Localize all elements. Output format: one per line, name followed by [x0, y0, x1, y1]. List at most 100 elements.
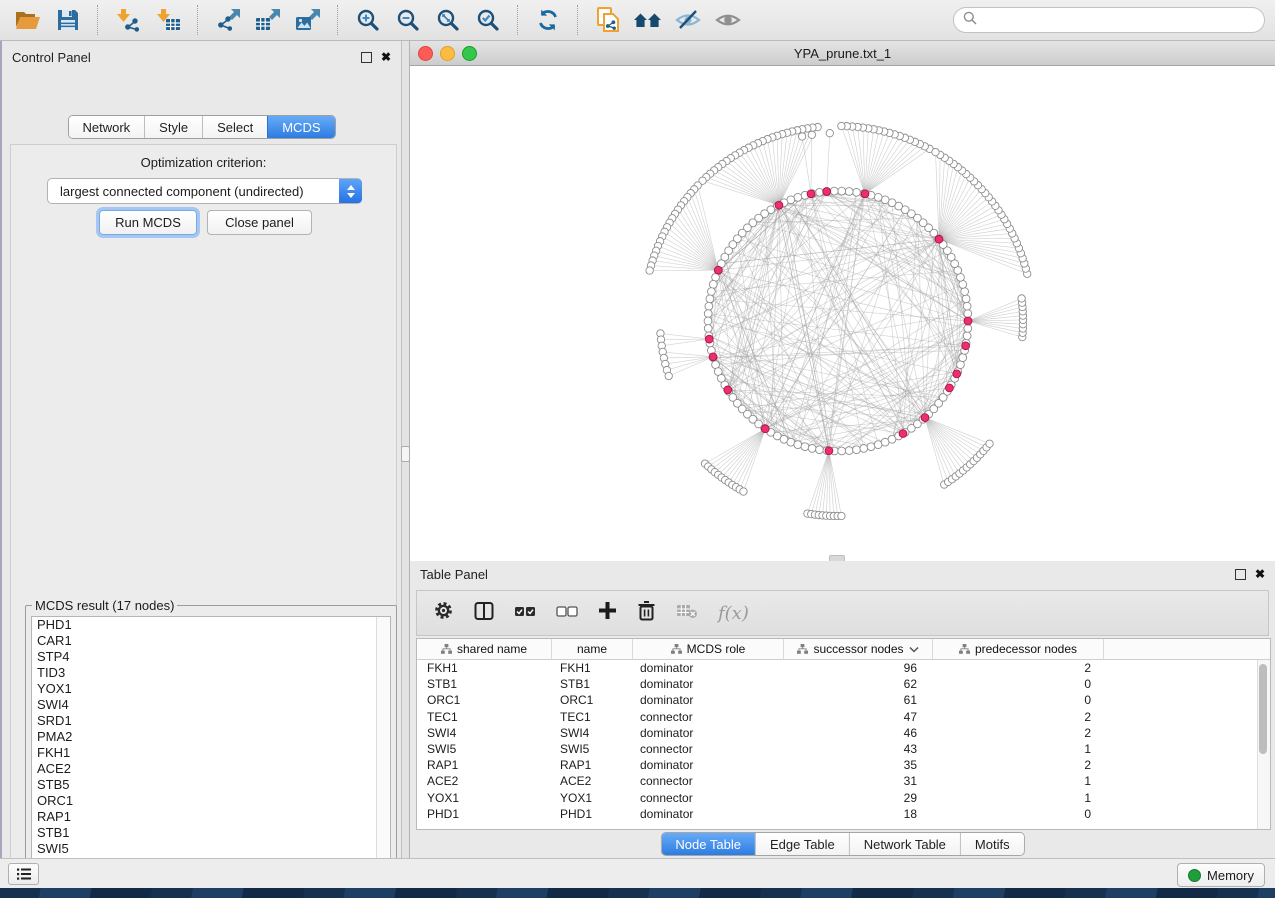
mcds-result-list: PHD1CAR1STP4TID3YOX1SWI4SRD1PMA2FKH1ACE2… — [31, 616, 391, 898]
mcds-result-item[interactable]: SWI4 — [32, 697, 390, 713]
sort-desc-icon — [909, 646, 919, 653]
float-panel-icon[interactable] — [361, 52, 372, 63]
table-row[interactable]: SWI4SWI4dominator462 — [417, 725, 1270, 741]
table-row[interactable]: ACE2ACE2connector311 — [417, 773, 1270, 789]
hide-selected-icon[interactable] — [670, 4, 706, 36]
node-table-body: FKH1FKH1dominator962STB1STB1dominator620… — [417, 660, 1270, 822]
mcds-result-item[interactable]: ACE2 — [32, 761, 390, 777]
first-neighbors-icon[interactable] — [630, 4, 666, 36]
optimization-criterion-label: Optimization criterion: — [11, 155, 396, 170]
toolbar-separator — [97, 5, 99, 35]
optimization-criterion-select[interactable]: largest connected component (undirected) — [47, 178, 362, 204]
table-settings-icon[interactable] — [433, 600, 454, 626]
network-view[interactable] — [410, 66, 1275, 561]
mcds-result-item[interactable]: PHD1 — [32, 617, 390, 633]
run-mcds-button[interactable]: Run MCDS — [99, 210, 197, 235]
table-row[interactable]: FKH1FKH1dominator962 — [417, 660, 1270, 676]
add-column-icon[interactable] — [598, 601, 617, 625]
toolbar-separator — [197, 5, 199, 35]
node-table: shared name name MCDS role successor nod… — [416, 638, 1271, 830]
tab-edge-table[interactable]: Edge Table — [755, 833, 849, 855]
delete-column-icon[interactable] — [637, 600, 656, 626]
zoom-in-icon[interactable] — [350, 4, 386, 36]
table-row[interactable]: ORC1ORC1dominator610 — [417, 692, 1270, 708]
zoom-out-icon[interactable] — [390, 4, 426, 36]
search-icon — [963, 11, 977, 30]
mcds-result-item[interactable]: PMA2 — [32, 729, 390, 745]
tab-node-table[interactable]: Node Table — [661, 833, 755, 855]
mcds-result-item[interactable]: YOX1 — [32, 681, 390, 697]
optimization-criterion-value: largest connected component (undirected) — [48, 184, 339, 199]
tab-network-table[interactable]: Network Table — [849, 833, 960, 855]
function-builder-icon: f(x) — [718, 603, 749, 624]
mcds-result-group: MCDS result (17 nodes) PHD1CAR1STP4TID3Y… — [25, 605, 397, 898]
control-panel-tabs: Network Style Select MCDS — [67, 115, 335, 139]
network-graph[interactable] — [410, 66, 1275, 561]
mcds-result-item[interactable]: SRD1 — [32, 713, 390, 729]
main-toolbar — [0, 0, 1275, 41]
status-bar — [0, 858, 1275, 888]
column-header-successor-nodes[interactable]: successor nodes — [784, 639, 933, 659]
close-table-panel-icon[interactable]: ✖ — [1255, 570, 1265, 579]
clone-network-icon[interactable] — [590, 4, 626, 36]
table-panel-tabs: Node Table Edge Table Network Table Moti… — [660, 832, 1024, 856]
tab-motifs[interactable]: Motifs — [960, 833, 1024, 855]
mcds-result-item[interactable]: CAR1 — [32, 633, 390, 649]
column-header-name[interactable]: name — [552, 639, 633, 659]
mcds-result-item[interactable]: STB5 — [32, 777, 390, 793]
mcds-result-item[interactable]: STB1 — [32, 825, 390, 841]
delete-table-icon — [676, 603, 698, 624]
control-panel-title: Control Panel — [12, 50, 91, 65]
mcds-result-item[interactable]: FKH1 — [32, 745, 390, 761]
network-window-titlebar[interactable]: YPA_prune.txt_1 — [410, 41, 1275, 66]
select-all-icon[interactable] — [514, 604, 536, 623]
column-header-mcds-role[interactable]: MCDS role — [633, 639, 784, 659]
export-image-icon[interactable] — [290, 4, 326, 36]
close-panel-button[interactable]: Close panel — [207, 210, 312, 235]
tab-style[interactable]: Style — [144, 116, 202, 138]
float-table-panel-icon[interactable] — [1235, 569, 1246, 580]
task-history-button[interactable] — [8, 863, 39, 885]
table-row[interactable]: SWI5SWI5connector431 — [417, 741, 1270, 757]
mcds-result-item[interactable]: RAP1 — [32, 809, 390, 825]
column-header-shared-name[interactable]: shared name — [417, 639, 552, 659]
toolbar-separator — [577, 5, 579, 35]
mcds-result-item[interactable]: ORC1 — [32, 793, 390, 809]
tab-network[interactable]: Network — [68, 116, 144, 138]
search-input[interactable] — [983, 12, 1255, 29]
refresh-layout-icon[interactable] — [530, 4, 566, 36]
zoom-fit-icon[interactable] — [430, 4, 466, 36]
table-row[interactable]: TEC1TEC1connector472 — [417, 709, 1270, 725]
table-row[interactable]: RAP1RAP1dominator352 — [417, 757, 1270, 773]
search-box — [953, 7, 1265, 33]
column-header-predecessor-nodes[interactable]: predecessor nodes — [933, 639, 1104, 659]
table-row[interactable]: YOX1YOX1connector291 — [417, 790, 1270, 806]
deselect-all-icon[interactable] — [556, 604, 578, 623]
mcds-result-item[interactable]: TID3 — [32, 665, 390, 681]
table-scrollbar[interactable] — [1257, 660, 1270, 829]
close-panel-icon[interactable]: ✖ — [381, 53, 391, 62]
mcds-result-item[interactable]: STP4 — [32, 649, 390, 665]
open-session-icon[interactable] — [10, 4, 46, 36]
show-all-icon[interactable] — [710, 4, 746, 36]
tab-mcds[interactable]: MCDS — [267, 116, 334, 138]
save-session-icon[interactable] — [50, 4, 86, 36]
memory-button[interactable]: Memory — [1177, 863, 1265, 887]
export-table-icon[interactable] — [250, 4, 286, 36]
export-network-icon[interactable] — [210, 4, 246, 36]
import-network-icon[interactable] — [110, 4, 146, 36]
show-column-panel-icon[interactable] — [474, 601, 494, 626]
control-panel: Control Panel ✖ Network Style Select MCD… — [2, 41, 401, 858]
zoom-selected-icon[interactable] — [470, 4, 506, 36]
mcds-list-scrollbar[interactable] — [376, 617, 390, 898]
import-table-icon[interactable] — [150, 4, 186, 36]
hierarchy-icon — [797, 644, 808, 654]
tab-select[interactable]: Select — [202, 116, 267, 138]
vertical-splitter-handle[interactable] — [401, 446, 410, 462]
table-row[interactable]: PHD1PHD1dominator180 — [417, 806, 1270, 822]
mcds-result-item[interactable]: SWI5 — [32, 841, 390, 857]
table-scrollbar-thumb[interactable] — [1259, 664, 1267, 754]
table-row[interactable]: STB1STB1dominator620 — [417, 676, 1270, 692]
table-panel-title: Table Panel — [420, 567, 488, 582]
memory-label: Memory — [1207, 868, 1254, 883]
